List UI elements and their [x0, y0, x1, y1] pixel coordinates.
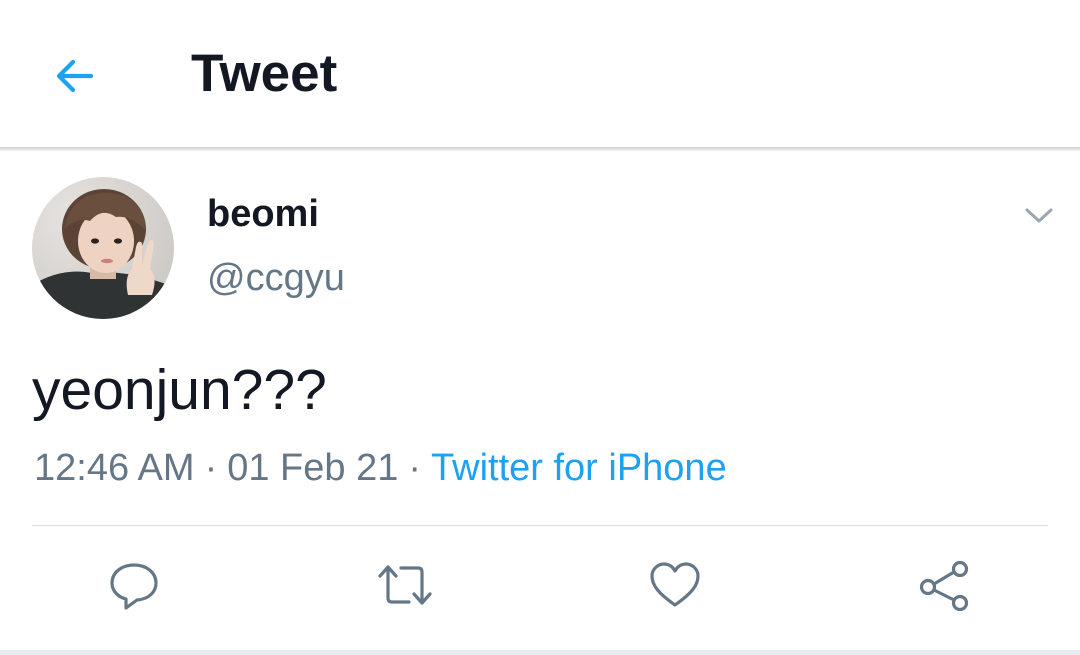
like-button[interactable]	[645, 555, 705, 615]
retweet-button[interactable]	[375, 555, 435, 615]
tweet-text: yeonjun???	[32, 358, 327, 422]
page-title: Tweet	[191, 44, 338, 103]
header-divider	[0, 147, 1080, 151]
chevron-down-icon	[1025, 208, 1053, 223]
meta-separator: ·	[408, 447, 422, 489]
user-handle[interactable]: @ccgyu	[207, 256, 345, 300]
avatar[interactable]	[32, 177, 174, 319]
comment-icon	[110, 563, 158, 610]
top-app-bar: Tweet	[0, 0, 1080, 147]
tweet-time: 12:46 AM	[34, 447, 195, 489]
share-button[interactable]	[914, 555, 974, 615]
reply-button[interactable]	[104, 555, 164, 615]
arrow-left-icon	[56, 59, 94, 93]
meta-separator: ·	[204, 447, 218, 489]
tweet-detail-screen: Tweet beomi @ccgyu yeonjun??? 12:46 AM ·…	[0, 0, 1080, 655]
bottom-divider	[0, 650, 1080, 655]
heart-icon	[650, 562, 700, 607]
actions-divider	[32, 525, 1048, 526]
back-button[interactable]	[48, 50, 100, 102]
avatar-photo	[32, 177, 174, 319]
retweet-icon	[378, 565, 432, 605]
tweet-menu-button[interactable]	[1018, 198, 1060, 234]
display-name[interactable]: beomi	[207, 192, 319, 236]
tweet-date: 01 Feb 21	[227, 447, 399, 489]
tweet-metadata: 12:46 AM · 01 Feb 21 · Twitter for iPhone	[34, 446, 727, 490]
tweet-source-link[interactable]: Twitter for iPhone	[431, 447, 727, 489]
share-icon	[919, 560, 969, 612]
